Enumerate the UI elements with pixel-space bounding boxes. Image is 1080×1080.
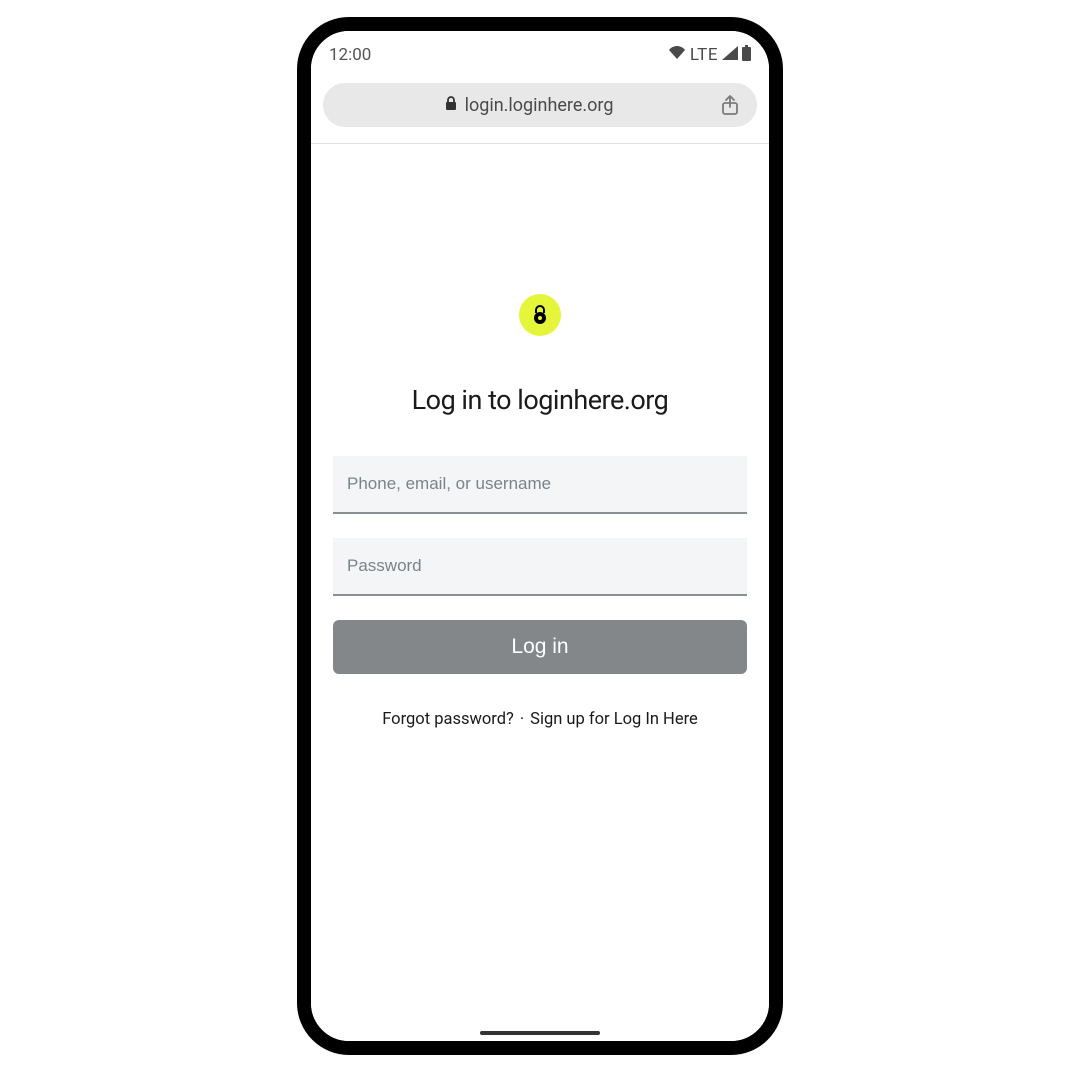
browser-address-bar[interactable]: login.loginhere.org xyxy=(323,83,757,127)
page-content: Log in to loginhere.org Log in Forgot pa… xyxy=(311,144,769,1041)
phone-device-frame: 12:00 LTE login.loginhere.org xyxy=(297,17,783,1055)
link-separator: · xyxy=(520,710,524,729)
wifi-icon xyxy=(668,45,686,65)
battery-icon xyxy=(742,45,751,66)
site-logo xyxy=(519,294,561,336)
share-icon[interactable] xyxy=(719,95,741,115)
address-bar-center: login.loginhere.org xyxy=(339,95,719,116)
status-bar: 12:00 LTE xyxy=(311,37,769,73)
address-bar-url: login.loginhere.org xyxy=(465,95,614,116)
navigation-handle[interactable] xyxy=(480,1031,600,1035)
lock-icon xyxy=(445,96,457,114)
forgot-password-link[interactable]: Forgot password? xyxy=(382,710,514,729)
screen: 12:00 LTE login.loginhere.org xyxy=(311,31,769,1041)
password-input[interactable] xyxy=(333,538,747,596)
signup-link[interactable]: Sign up for Log In Here xyxy=(530,710,698,729)
auth-links-row: Forgot password? · Sign up for Log In He… xyxy=(382,710,698,729)
status-right-cluster: LTE xyxy=(668,45,751,66)
login-button[interactable]: Log in xyxy=(333,620,747,674)
cell-signal-icon xyxy=(722,45,738,65)
network-type-label: LTE xyxy=(690,45,718,65)
page-title: Log in to loginhere.org xyxy=(412,384,669,416)
status-time: 12:00 xyxy=(329,45,371,65)
lock-icon xyxy=(532,305,548,325)
username-input[interactable] xyxy=(333,456,747,514)
